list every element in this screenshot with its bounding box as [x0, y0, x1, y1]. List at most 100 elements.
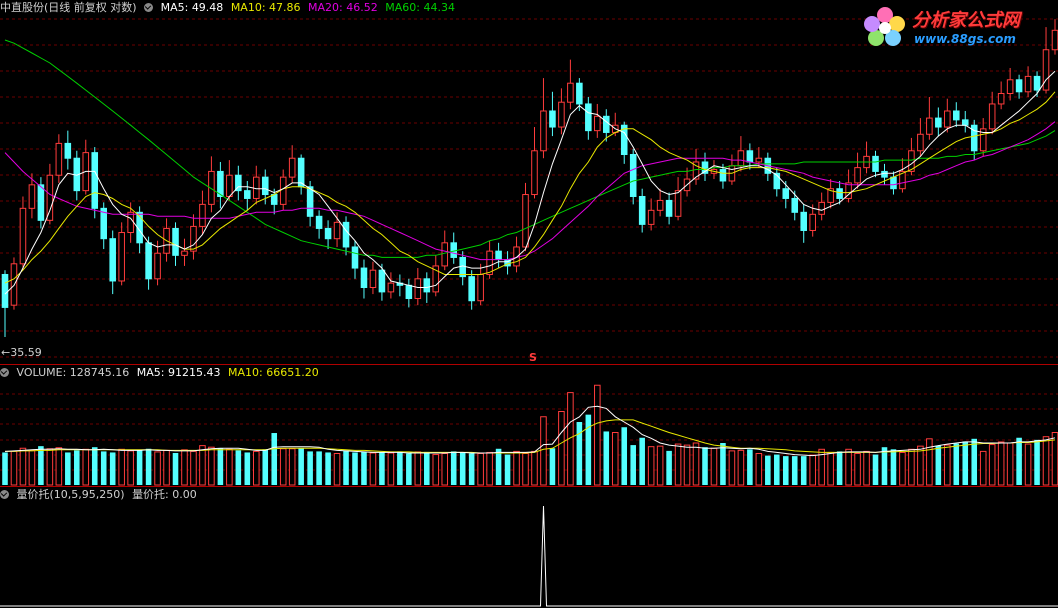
candle-body-up [1024, 75, 1032, 93]
candle-body-down [468, 276, 475, 302]
candle-body-up [908, 150, 915, 172]
candle-body-up [208, 170, 215, 205]
candle [235, 165, 242, 201]
indicator-toggle-icon[interactable] [0, 490, 9, 499]
candle-body-down [1015, 79, 1023, 93]
volume-ma10-line [5, 419, 1056, 454]
candle-body-up [611, 124, 619, 133]
candle [163, 218, 170, 262]
volume-bar-up [1042, 436, 1050, 486]
candle [19, 196, 27, 271]
candle [800, 204, 808, 243]
arrow-left-icon: ← [1, 346, 11, 359]
candle [647, 198, 655, 231]
settings-toggle-icon[interactable] [144, 3, 154, 12]
candle [333, 212, 341, 247]
volume-bar-up [944, 444, 951, 486]
candle-body-down [342, 221, 350, 248]
volume-bar-up [917, 445, 924, 486]
candle-body-down [872, 155, 879, 172]
candle [145, 236, 152, 290]
candle-body-down [576, 82, 583, 105]
volume-bar-up [333, 453, 341, 486]
ma60-value: 44.34 [423, 1, 455, 14]
volume-bar-up [531, 450, 538, 486]
candle [674, 177, 682, 221]
volume-ma-lines [4, 405, 1056, 457]
candle-body-down [782, 188, 790, 199]
ma20-line [4, 121, 1056, 261]
candle-body-up [567, 82, 574, 103]
candle [531, 127, 538, 199]
volume-bar-up [594, 384, 601, 486]
volume-bar-down [549, 448, 556, 485]
candle [737, 136, 745, 172]
candle-body-up [656, 199, 664, 211]
volume-bar-up [674, 443, 682, 486]
ma20-value: 46.52 [346, 1, 378, 14]
candle [37, 177, 45, 229]
volume-ma10-value: 66651.20 [266, 366, 319, 379]
candle [863, 141, 870, 174]
candle-body-up [163, 227, 170, 254]
candle-body-down [1033, 75, 1041, 91]
candle-body-down [306, 186, 314, 217]
candle-body-down [396, 282, 404, 286]
volume-toggle-icon[interactable] [0, 368, 9, 377]
candle-body-down [244, 190, 251, 199]
candle-body-up [154, 252, 161, 280]
candle-body-down [145, 242, 152, 280]
volume-bar-down [379, 452, 385, 485]
candle-body-down [351, 246, 359, 269]
volume-bar-up [737, 449, 745, 486]
candle [988, 91, 996, 135]
logo-title: 分析家公式网 [912, 10, 1020, 31]
volume-bar-up [253, 450, 260, 486]
volume-bar-down [450, 451, 457, 485]
candle-body-up [737, 150, 745, 167]
candle [719, 163, 727, 189]
volume-bar-down [74, 450, 80, 485]
site-logo: 分析家公式网 www.88gs.com [860, 2, 1056, 52]
candle-body-down [585, 103, 592, 132]
candle [405, 278, 413, 308]
candle [100, 202, 108, 250]
candle [899, 158, 906, 193]
volume-bar-up [190, 450, 197, 486]
candle-body-up [513, 246, 520, 267]
volume-bar-up [818, 448, 825, 486]
candle [127, 202, 134, 243]
volume-bar-down [765, 455, 771, 485]
volume-bar-up [755, 453, 763, 486]
candle-body-up [181, 250, 188, 256]
candle [414, 268, 422, 306]
volume-bar-down [424, 451, 430, 485]
candle [253, 165, 260, 205]
candle [791, 190, 799, 221]
candle [818, 192, 825, 221]
candle [486, 240, 493, 279]
candle [522, 182, 529, 252]
logo-url: www.88gs.com [914, 32, 1016, 46]
volume-bar-up [199, 445, 206, 486]
volume-bar-up [979, 450, 987, 486]
volume-bar-up [279, 448, 287, 486]
volume-bar-up [540, 416, 547, 486]
volume-bar-down [953, 443, 960, 485]
candle-body-down [261, 176, 269, 196]
candle [495, 242, 502, 269]
candle-body-up [441, 242, 449, 267]
volume-bar-down [397, 451, 403, 485]
candle [926, 96, 933, 140]
candle [154, 240, 161, 286]
volume-bar-down [100, 451, 107, 485]
candle-body-up [818, 201, 825, 215]
volume-bar-up [163, 449, 170, 486]
candle-body-up [253, 176, 260, 199]
volume-bar-down [630, 445, 636, 485]
volume-bar-down [217, 448, 224, 485]
candle-body-down [450, 242, 457, 258]
candlestick-series [1, 19, 1058, 338]
candle [270, 188, 278, 215]
volume-bar-down [316, 451, 322, 485]
